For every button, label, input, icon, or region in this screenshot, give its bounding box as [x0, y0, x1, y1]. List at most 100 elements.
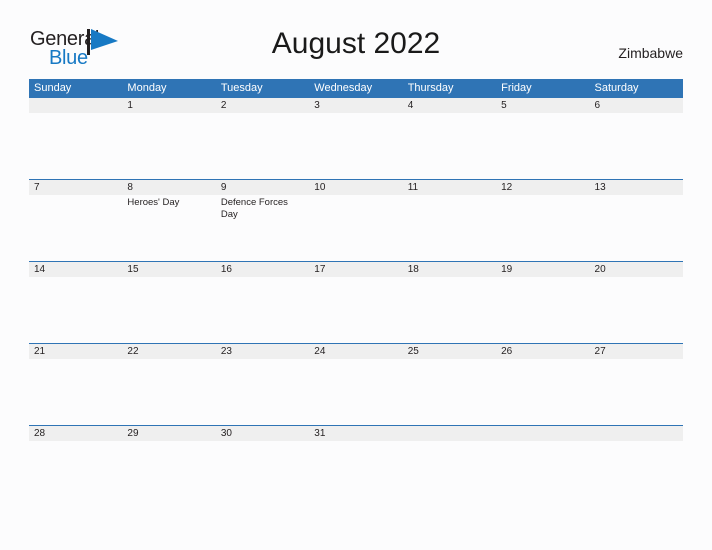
day-cell[interactable] — [590, 359, 683, 425]
date-number[interactable]: 6 — [590, 98, 683, 113]
day-cell[interactable] — [496, 441, 589, 507]
week-event-band — [29, 113, 683, 179]
date-number[interactable] — [29, 98, 122, 113]
day-cell[interactable] — [29, 195, 122, 261]
week-date-band: 28 29 30 31 — [29, 425, 683, 441]
day-cell[interactable] — [309, 113, 402, 179]
day-cell[interactable] — [590, 441, 683, 507]
calendar-week-row: 1 2 3 4 5 6 — [29, 97, 683, 179]
day-cell[interactable] — [496, 359, 589, 425]
day-cell[interactable] — [29, 359, 122, 425]
calendar-week-row: 14 15 16 17 18 19 20 — [29, 261, 683, 343]
day-cell[interactable] — [309, 195, 402, 261]
date-number[interactable]: 10 — [309, 180, 402, 195]
weekday-header-friday: Friday — [501, 82, 532, 94]
date-number[interactable]: 2 — [216, 98, 309, 113]
day-cell[interactable] — [309, 441, 402, 507]
week-date-band: 1 2 3 4 5 6 — [29, 97, 683, 113]
date-number[interactable]: 31 — [309, 426, 402, 441]
day-cell[interactable] — [122, 441, 215, 507]
day-cell[interactable] — [216, 113, 309, 179]
week-event-band: Heroes' Day Defence Forces Day — [29, 195, 683, 261]
date-number[interactable]: 19 — [496, 262, 589, 277]
weekday-header-row: Sunday Monday Tuesday Wednesday Thursday… — [29, 79, 683, 97]
weekday-header-sunday: Sunday — [34, 82, 72, 94]
date-number[interactable]: 1 — [122, 98, 215, 113]
date-number[interactable]: 25 — [403, 344, 496, 359]
date-number[interactable]: 23 — [216, 344, 309, 359]
weekday-header-saturday: Saturday — [594, 82, 639, 94]
day-cell[interactable] — [309, 359, 402, 425]
date-number[interactable]: 26 — [496, 344, 589, 359]
day-cell[interactable] — [122, 277, 215, 343]
day-cell[interactable] — [122, 359, 215, 425]
day-cell[interactable] — [403, 441, 496, 507]
day-cell[interactable] — [216, 441, 309, 507]
weekday-header-monday: Monday — [127, 82, 167, 94]
calendar-week-row: 28 29 30 31 — [29, 425, 683, 507]
calendar-week-row: 21 22 23 24 25 26 27 — [29, 343, 683, 425]
day-cell[interactable] — [496, 113, 589, 179]
date-number[interactable]: 14 — [29, 262, 122, 277]
date-number[interactable]: 20 — [590, 262, 683, 277]
day-cell[interactable] — [590, 195, 683, 261]
date-number[interactable]: 18 — [403, 262, 496, 277]
date-number[interactable]: 30 — [216, 426, 309, 441]
week-date-band: 21 22 23 24 25 26 27 — [29, 343, 683, 359]
day-cell[interactable] — [29, 113, 122, 179]
date-number[interactable]: 22 — [122, 344, 215, 359]
day-cell[interactable] — [496, 277, 589, 343]
week-event-band — [29, 359, 683, 425]
day-cell[interactable] — [29, 277, 122, 343]
day-cell[interactable] — [29, 441, 122, 507]
date-number[interactable]: 7 — [29, 180, 122, 195]
week-event-band — [29, 441, 683, 507]
date-number[interactable]: 17 — [309, 262, 402, 277]
date-number[interactable] — [496, 426, 589, 441]
page-header: General Blue August 2022 Zimbabwe — [0, 0, 712, 78]
date-number[interactable]: 3 — [309, 98, 402, 113]
date-number[interactable]: 27 — [590, 344, 683, 359]
date-number[interactable]: 8 — [122, 180, 215, 195]
weekday-header-wednesday: Wednesday — [314, 82, 373, 94]
day-cell[interactable] — [403, 113, 496, 179]
date-number[interactable]: 28 — [29, 426, 122, 441]
date-number[interactable]: 16 — [216, 262, 309, 277]
date-number[interactable]: 29 — [122, 426, 215, 441]
week-event-band — [29, 277, 683, 343]
page-title: August 2022 — [271, 27, 441, 60]
weekday-header-thursday: Thursday — [407, 82, 454, 94]
day-cell[interactable] — [590, 277, 683, 343]
date-number[interactable]: 24 — [309, 344, 402, 359]
calendar-grid: Sunday Monday Tuesday Wednesday Thursday… — [29, 79, 683, 507]
date-number[interactable]: 21 — [29, 344, 122, 359]
day-cell[interactable]: Heroes' Day — [122, 195, 215, 261]
date-number[interactable]: 15 — [122, 262, 215, 277]
calendar-page: General Blue August 2022 Zimbabwe Sunday… — [0, 0, 712, 550]
day-cell[interactable]: Defence Forces Day — [216, 195, 309, 261]
date-number[interactable]: 9 — [216, 180, 309, 195]
date-number[interactable]: 4 — [403, 98, 496, 113]
day-cell[interactable] — [309, 277, 402, 343]
day-cell[interactable] — [403, 359, 496, 425]
day-cell[interactable] — [590, 113, 683, 179]
week-date-band: 14 15 16 17 18 19 20 — [29, 261, 683, 277]
date-number[interactable]: 13 — [590, 180, 683, 195]
date-number[interactable] — [590, 426, 683, 441]
week-date-band: 7 8 9 10 11 12 13 — [29, 179, 683, 195]
day-cell[interactable] — [216, 277, 309, 343]
event-label: Defence Forces Day — [220, 197, 288, 220]
date-number[interactable]: 11 — [403, 180, 496, 195]
calendar-week-row: 7 8 9 10 11 12 13 Heroes' Day Defence Fo… — [29, 179, 683, 261]
day-cell[interactable] — [403, 195, 496, 261]
weekday-header-tuesday: Tuesday — [220, 82, 263, 94]
date-number[interactable] — [403, 426, 496, 441]
date-number[interactable]: 12 — [496, 180, 589, 195]
day-cell[interactable] — [216, 359, 309, 425]
date-number[interactable]: 5 — [496, 98, 589, 113]
event-label: Heroes' Day — [127, 197, 180, 208]
day-cell[interactable] — [403, 277, 496, 343]
day-cell[interactable] — [496, 195, 589, 261]
day-cell[interactable] — [122, 113, 215, 179]
country-label: Zimbabwe — [618, 45, 683, 61]
